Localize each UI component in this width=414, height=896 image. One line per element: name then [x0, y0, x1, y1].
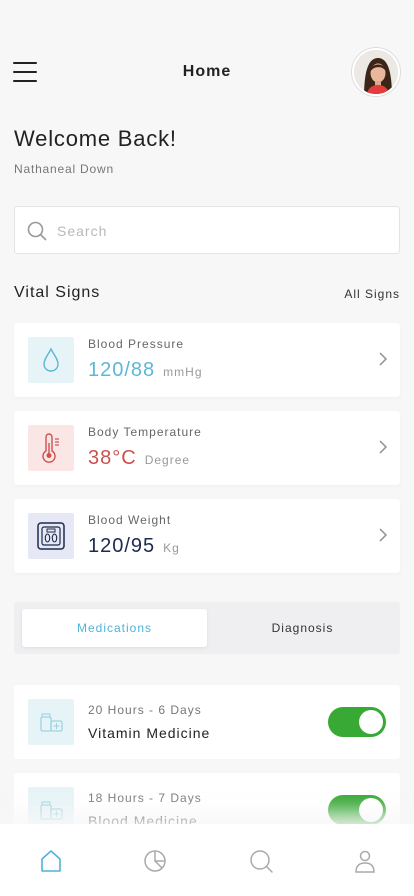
all-signs-link[interactable]: All Signs: [344, 287, 400, 301]
scale-icon: [28, 513, 74, 559]
search-icon: [27, 221, 47, 241]
vital-card-blood-pressure[interactable]: Blood Pressure 120/88 mmHg: [14, 323, 400, 397]
chevron-right-icon: [379, 440, 388, 454]
medication-item[interactable]: 20 Hours - 6 Days Vitamin Medicine: [14, 685, 400, 759]
medication-toggle[interactable]: [328, 707, 386, 737]
vital-label: Body Temperature: [88, 425, 202, 439]
profile-icon[interactable]: [352, 848, 378, 874]
chevron-right-icon: [379, 528, 388, 542]
app-header: Home: [0, 48, 414, 96]
search-icon[interactable]: [248, 848, 274, 874]
chevron-right-icon: [379, 352, 388, 366]
tab-medications[interactable]: Medications: [22, 609, 207, 647]
vital-unit: Kg: [163, 541, 180, 555]
search-input[interactable]: [57, 219, 377, 243]
chart-icon[interactable]: [142, 848, 168, 874]
medication-schedule: 20 Hours - 6 Days: [88, 703, 202, 717]
vital-label: Blood Weight: [88, 513, 172, 527]
vital-unit: Degree: [144, 453, 191, 467]
vital-value: 38°C Degree: [88, 447, 191, 469]
vital-card-body-temperature[interactable]: Body Temperature 38°C Degree: [14, 411, 400, 485]
medication-toggle[interactable]: [328, 795, 386, 825]
welcome-heading: Welcome Back!: [14, 126, 177, 151]
vital-value: 120/88 mmHg: [88, 359, 203, 381]
drop-icon: [28, 337, 74, 383]
medication-name: Vitamin Medicine: [88, 725, 211, 741]
thermometer-icon: [28, 425, 74, 471]
bottom-navigation: [0, 824, 414, 896]
vital-card-blood-weight[interactable]: Blood Weight 120/95 Kg: [14, 499, 400, 573]
vital-label: Blood Pressure: [88, 337, 185, 351]
tab-diagnosis[interactable]: Diagnosis: [210, 609, 395, 647]
vital-value: 120/95 Kg: [88, 535, 180, 557]
avatar[interactable]: [352, 48, 400, 96]
vital-signs-title: Vital Signs: [14, 284, 101, 301]
home-icon[interactable]: [38, 848, 64, 874]
pill-bottles-icon: [28, 699, 74, 745]
user-name: Nathaneal Down: [14, 162, 114, 176]
vital-unit: mmHg: [163, 365, 203, 379]
medication-schedule: 18 Hours - 7 Days: [88, 791, 202, 805]
search-bar[interactable]: [14, 206, 400, 254]
segmented-tabs: Medications Diagnosis: [14, 602, 400, 654]
